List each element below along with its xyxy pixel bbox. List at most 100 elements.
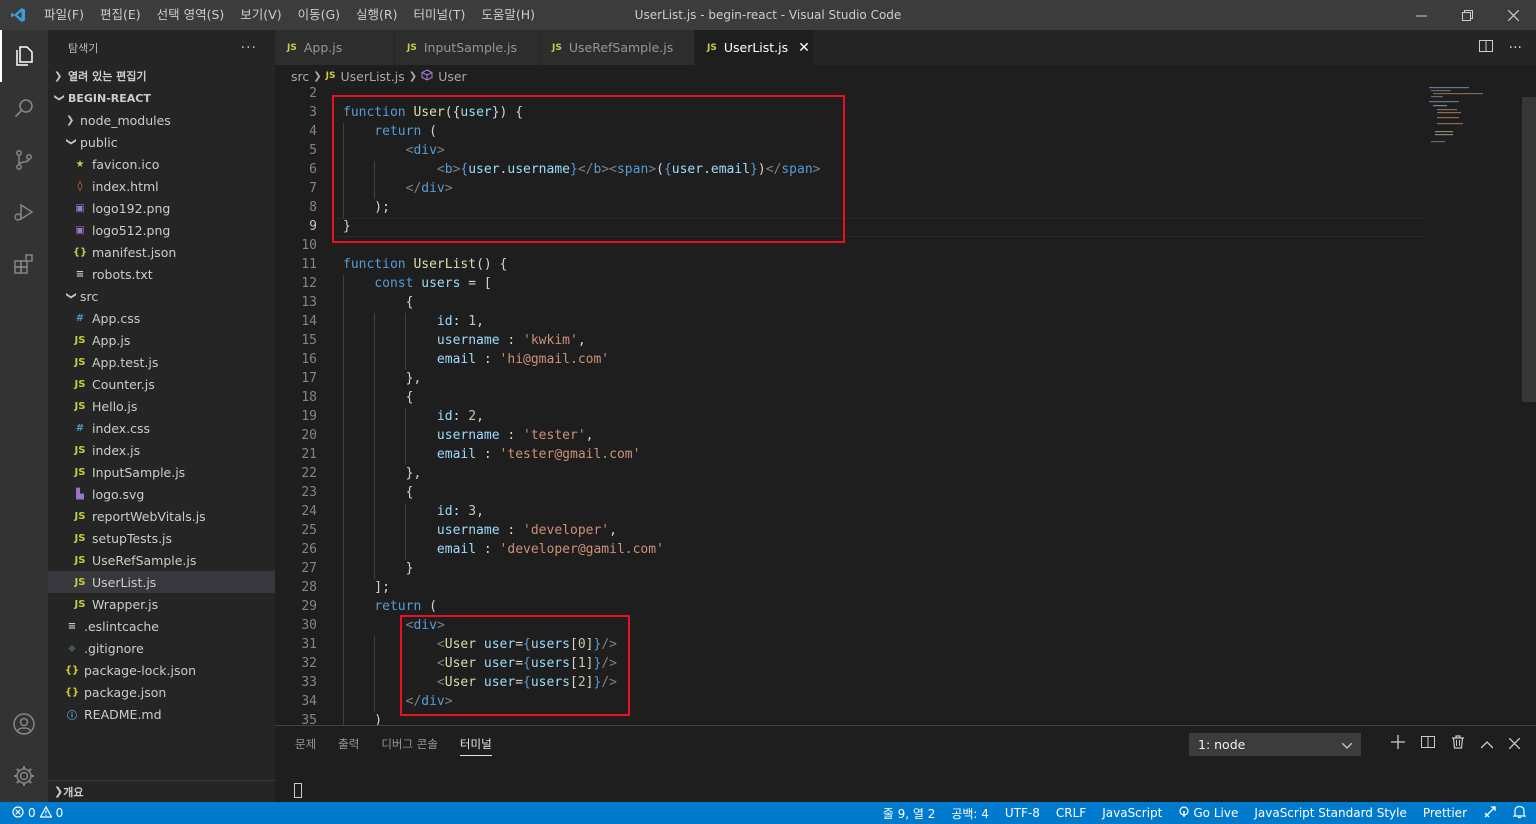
tree-file[interactable]: JS Wrapper.js — [48, 593, 275, 615]
run-debug-icon[interactable] — [0, 186, 48, 238]
go-live-label: Go Live — [1193, 806, 1239, 820]
chevron-right-icon: ❯ — [54, 70, 63, 82]
code-token: : — [476, 542, 500, 557]
line-ending[interactable]: CRLF — [1056, 806, 1086, 820]
go-live-button[interactable]: Go Live — [1178, 805, 1239, 821]
panel-tab[interactable]: 문제 — [295, 736, 316, 752]
tree-file[interactable]: ≡ .eslintcache — [48, 615, 275, 637]
tree-file[interactable]: ▙ logo.svg — [48, 483, 275, 505]
restore-button[interactable] — [1444, 0, 1490, 30]
tree-file[interactable]: JS InputSample.js — [48, 461, 275, 483]
outline-section[interactable]: ❯ 개요 — [48, 780, 275, 802]
text-file-icon: ≡ — [67, 620, 77, 632]
tree-folder[interactable]: ❯ node_modules — [48, 109, 275, 131]
tree-file[interactable]: # App.css — [48, 307, 275, 329]
tree-file[interactable]: JS App.test.js — [48, 351, 275, 373]
menu-item[interactable]: 도움말(H) — [473, 0, 543, 30]
code-token: , — [476, 504, 484, 519]
tree-folder[interactable]: ❯ src — [48, 285, 275, 307]
breadcrumb-file[interactable]: UserList.js — [340, 69, 404, 84]
extensions-icon[interactable] — [0, 238, 48, 290]
maximize-panel-icon[interactable] — [1480, 735, 1494, 753]
tree-file[interactable]: ▣ logo192.png — [48, 197, 275, 219]
tree-file[interactable]: {} package-lock.json — [48, 659, 275, 681]
close-panel-icon[interactable] — [1508, 735, 1521, 753]
trash-icon[interactable] — [1451, 735, 1465, 753]
menu-item[interactable]: 이동(G) — [290, 0, 348, 30]
code-token: }, — [343, 371, 422, 386]
close-window-button[interactable] — [1490, 0, 1536, 30]
feedback-icon[interactable] — [1483, 805, 1497, 822]
tree-file[interactable]: # index.css — [48, 417, 275, 439]
tab-userlist-js[interactable]: JS UserList.js ✕ — [695, 30, 815, 65]
explorer-icon[interactable] — [0, 30, 48, 82]
bell-icon[interactable] — [1512, 805, 1527, 822]
gear-icon[interactable] — [0, 750, 48, 802]
tree-folder[interactable]: ❯ public — [48, 131, 275, 153]
encoding[interactable]: UTF-8 — [1005, 806, 1040, 820]
cursor-position[interactable]: 줄 9, 열 2 — [883, 805, 936, 822]
tab-app-js[interactable]: JS App.js — [275, 30, 395, 65]
tab-userefsample-js[interactable]: JS UseRefSample.js — [540, 30, 695, 65]
tree-file[interactable]: ⓘ README.md — [48, 703, 275, 725]
minimize-button[interactable] — [1398, 0, 1444, 30]
tree-file[interactable]: ≡ robots.txt — [48, 263, 275, 285]
menu-item[interactable]: 터미널(T) — [406, 0, 474, 30]
panel-tab[interactable]: 터미널 — [459, 732, 492, 756]
close-tab-icon[interactable]: ✕ — [798, 40, 810, 56]
split-terminal-icon[interactable] — [1421, 735, 1435, 753]
tree-item-label: robots.txt — [92, 266, 153, 282]
prettier-status[interactable]: Prettier — [1423, 806, 1467, 820]
tree-file[interactable]: {} package.json — [48, 681, 275, 703]
menu-item[interactable]: 보기(V) — [232, 0, 289, 30]
account-icon[interactable] — [0, 698, 48, 750]
new-terminal-icon[interactable] — [1391, 735, 1405, 753]
open-editors-section[interactable]: ❯ 열려 있는 편집기 — [48, 65, 275, 87]
project-section[interactable]: ❯ BEGIN-REACT — [48, 87, 275, 109]
split-editor-icon[interactable] — [1478, 39, 1493, 57]
code-style[interactable]: JavaScript Standard Style — [1254, 806, 1407, 820]
breadcrumb-folder[interactable]: src — [291, 69, 309, 84]
minimap[interactable] — [1427, 87, 1522, 147]
source-control-icon[interactable] — [0, 134, 48, 186]
tree-file[interactable]: JS setupTests.js — [48, 527, 275, 549]
tree-file[interactable]: ▣ logo512.png — [48, 219, 275, 241]
terminal-select[interactable]: 1: node — [1189, 733, 1361, 756]
tree-file[interactable]: ◊ index.html — [48, 175, 275, 197]
line-number: 14 — [301, 314, 317, 329]
menu-item[interactable]: 편집(E) — [92, 0, 149, 30]
tree-file[interactable]: JS UseRefSample.js — [48, 549, 275, 571]
vertical-scrollbar[interactable] — [1522, 97, 1536, 402]
git-file-icon: ◆ — [68, 642, 76, 654]
js-file-icon: JS — [74, 400, 86, 412]
tree-file[interactable]: JS reportWebVitals.js — [48, 505, 275, 527]
panel-tab[interactable]: 디버그 콘솔 — [381, 736, 438, 752]
menu-item[interactable]: 파일(F) — [36, 0, 92, 30]
breadcrumb-symbol[interactable]: User — [438, 69, 467, 84]
panel-tab[interactable]: 출력 — [338, 736, 359, 752]
tree-file[interactable]: JS Counter.js — [48, 373, 275, 395]
indentation[interactable]: 공백: 4 — [951, 805, 989, 822]
menu-item[interactable]: 선택 영역(S) — [149, 0, 233, 30]
status-problems[interactable]: 0 0 — [0, 805, 64, 821]
svg-file-icon: ▙ — [76, 488, 84, 500]
more-actions-icon[interactable]: ··· — [241, 40, 257, 56]
tree-file[interactable]: ★ favicon.ico — [48, 153, 275, 175]
tree-file[interactable]: JS Hello.js — [48, 395, 275, 417]
tree-file[interactable]: {} manifest.json — [48, 241, 275, 263]
more-actions-icon[interactable]: ··· — [1509, 40, 1522, 56]
tree-file[interactable]: JS UserList.js — [48, 571, 275, 593]
menu-item[interactable]: 실행(R) — [348, 0, 405, 30]
tree-file[interactable]: JS index.js — [48, 439, 275, 461]
tree-item-label: UserList.js — [92, 574, 157, 590]
menu-bar: 파일(F) 편집(E) 선택 영역(S) 보기(V) 이동(G) 실행(R) 터미널(T) 도… — [36, 0, 543, 30]
code-token: , — [609, 523, 617, 538]
search-icon[interactable] — [0, 82, 48, 134]
tree-file[interactable]: ◆ .gitignore — [48, 637, 275, 659]
code-editor[interactable]: 2 3 function User({user}) {4 return (5 <di… — [275, 87, 1536, 725]
tab-label: UseRefSample.js — [568, 40, 674, 55]
tree-file[interactable]: JS App.js — [48, 329, 275, 351]
language-mode[interactable]: JavaScript — [1102, 806, 1162, 820]
warning-count: 0 — [55, 806, 64, 820]
tab-inputsample-js[interactable]: JS InputSample.js — [395, 30, 540, 65]
